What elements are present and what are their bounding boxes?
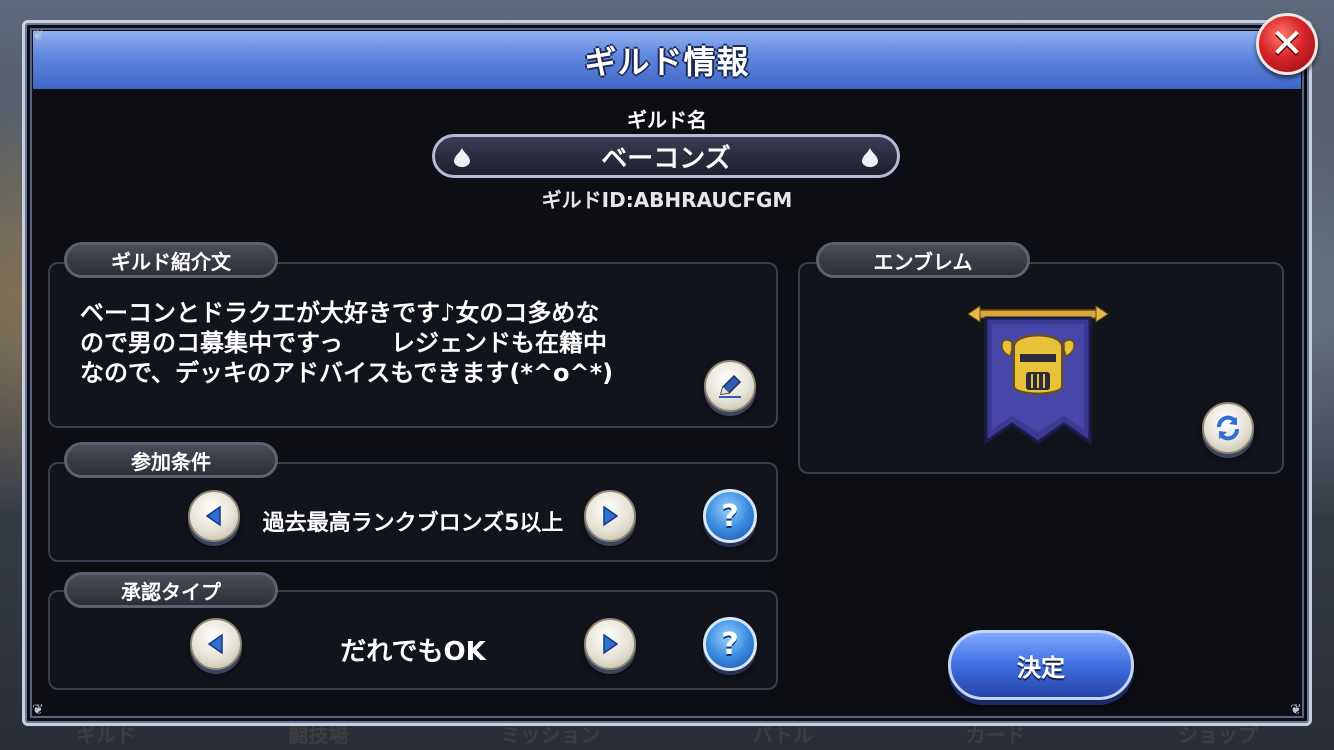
arrow-right-icon [603, 633, 619, 655]
intro-tag: ギルド紹介文 [64, 242, 278, 278]
join-condition-next-button[interactable] [584, 490, 636, 542]
join-condition-tag: 参加条件 [64, 442, 278, 478]
edit-intro-button[interactable] [704, 360, 756, 412]
close-button[interactable]: ✕ [1256, 13, 1318, 75]
close-icon: ✕ [1270, 21, 1304, 67]
pencil-icon [719, 374, 742, 398]
emblem-tag: エンブレム [816, 242, 1030, 278]
join-condition-help-button[interactable]: ? [703, 489, 757, 543]
intro-text: ベーコンとドラクエが大好きです♪女のコ多めな ので男のコ募集中ですっ レジェンド… [80, 299, 614, 387]
guild-name-field: ベーコンズ [432, 134, 900, 178]
arrow-right-icon [603, 505, 619, 527]
guild-name-label: ギルド名 [627, 108, 707, 132]
corner-ornament-icon: ❦ [32, 702, 44, 718]
slime-drop-icon [454, 148, 470, 167]
guild-name-value: ベーコンズ [601, 143, 731, 174]
approval-type-help-button[interactable]: ? [703, 617, 757, 671]
arrow-left-icon [207, 633, 223, 655]
arrow-left-icon [205, 505, 221, 527]
change-emblem-button[interactable] [1202, 402, 1254, 454]
refresh-icon [1217, 415, 1239, 441]
decide-button[interactable]: 決定 [948, 630, 1134, 700]
slime-drop-icon [862, 148, 878, 167]
approval-type-tag: 承認タイプ [64, 572, 278, 608]
join-condition-prev-button[interactable] [188, 490, 240, 542]
corner-ornament-icon: ❦ [32, 28, 44, 44]
approval-type-prev-button[interactable] [190, 618, 242, 670]
dialog-title: ギルド情報 [33, 31, 1301, 89]
guild-id: ギルドID:ABHRAUCFGM [541, 188, 793, 212]
corner-ornament-icon: ❦ [1290, 702, 1302, 718]
approval-type-next-button[interactable] [584, 618, 636, 670]
approval-type-value: だれでもOK [340, 637, 486, 667]
guild-emblem-banner-icon [967, 305, 1109, 445]
join-condition-value: 過去最高ランクブロンズ5以上 [262, 511, 564, 536]
